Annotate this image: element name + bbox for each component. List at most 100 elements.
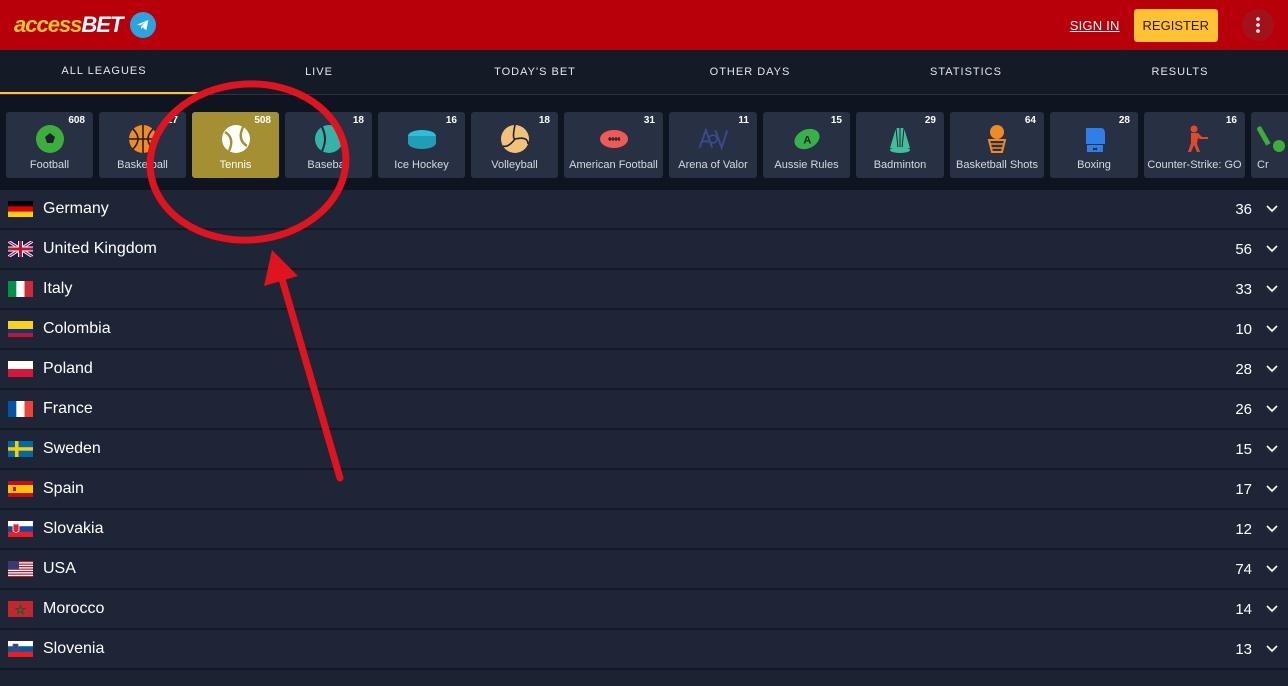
arena-of-valor-icon [698, 124, 728, 154]
sport-label: Badminton [873, 159, 927, 171]
league-count: 56 [1235, 240, 1252, 258]
league-count: 15 [1235, 440, 1252, 458]
slovenia-flag-icon [8, 641, 33, 657]
chevron-down-icon[interactable] [1264, 441, 1280, 457]
sport-tile-basketball-shots[interactable]: 64 Basketball Shots [950, 112, 1044, 178]
country-row-germany[interactable]: Germany 36 [0, 190, 1288, 230]
register-button[interactable]: REGISTER [1133, 8, 1218, 42]
sport-tile-boxing[interactable]: 28 Boxing [1050, 112, 1138, 178]
country-row-usa[interactable]: USA 74 [0, 550, 1288, 590]
tab-live[interactable]: LIVE [208, 50, 430, 94]
boxing-icon [1079, 124, 1109, 154]
country-name: Sweden [43, 440, 101, 457]
chevron-down-icon[interactable] [1264, 201, 1280, 217]
sport-tile-basketball[interactable]: 17 Basketball [99, 112, 186, 178]
more-menu-icon[interactable] [1242, 9, 1274, 41]
sport-tile-baseball[interactable]: 18 Baseball [285, 112, 372, 178]
sport-tile-american-football[interactable]: 31 American Football [564, 112, 663, 178]
chevron-down-icon[interactable] [1264, 641, 1280, 657]
country-name: Morocco [43, 600, 105, 617]
badminton-icon [885, 124, 915, 154]
country-name: Spain [43, 480, 84, 497]
poland-flag-icon [8, 361, 33, 377]
country-row-slovakia[interactable]: Slovakia 12 [0, 510, 1288, 550]
league-count: 36 [1235, 200, 1252, 218]
country-row-sweden[interactable]: Sweden 15 [0, 430, 1288, 470]
chevron-down-icon[interactable] [1264, 561, 1280, 577]
colombia-flag-icon [8, 321, 33, 337]
league-count: 14 [1235, 600, 1252, 618]
chevron-down-icon[interactable] [1264, 481, 1280, 497]
sport-label: Counter-Strike: GO [1147, 159, 1242, 171]
svg-text:A: A [803, 135, 811, 147]
country-row-slovenia[interactable]: Slovenia 13 [0, 630, 1288, 670]
sport-count: 16 [1225, 115, 1237, 126]
tab-statistics[interactable]: STATISTICS [860, 50, 1072, 94]
sport-tile-cricket[interactable]: Cr [1251, 112, 1288, 178]
slovakia-flag-icon [8, 521, 33, 537]
sport-tile-volleyball[interactable]: 18 Volleyball [471, 112, 558, 178]
chevron-down-icon[interactable] [1264, 601, 1280, 617]
country-row-morocco[interactable]: Morocco 14 [0, 590, 1288, 630]
sport-label: Ice Hockey [394, 159, 449, 171]
american-football-icon [599, 124, 629, 154]
sport-count: 17 [166, 115, 178, 126]
country-name: Slovenia [43, 640, 105, 657]
telegram-icon[interactable] [130, 12, 157, 38]
country-row-poland[interactable]: Poland 28 [0, 350, 1288, 390]
country-name: United Kingdom [43, 240, 157, 257]
tab-todays-bet[interactable]: TODAY'S BET [430, 50, 640, 94]
chevron-down-icon[interactable] [1264, 321, 1280, 337]
sport-tile-tennis[interactable]: 508 Tennis [192, 112, 279, 178]
sport-tile-football[interactable]: 608 Football [6, 112, 93, 178]
country-row-colombia[interactable]: Colombia 10 [0, 310, 1288, 350]
usa-flag-icon [8, 561, 33, 577]
sport-count: 18 [352, 115, 364, 126]
league-count: 10 [1235, 320, 1252, 338]
country-list: Germany 36 United Kingdom 56 Italy 33 Co… [0, 190, 1288, 670]
united-kingdom-flag-icon [8, 241, 33, 257]
league-count: 28 [1235, 360, 1252, 378]
chevron-down-icon[interactable] [1264, 361, 1280, 377]
country-name: USA [43, 560, 76, 577]
sport-label: Football [29, 159, 70, 171]
sport-label: Tennis [219, 159, 252, 171]
sport-tile-aussie-rules[interactable]: 15 A Aussie Rules [763, 112, 850, 178]
tennis-icon [221, 124, 251, 154]
volleyball-icon [500, 124, 530, 154]
tab-other-days[interactable]: OTHER DAYS [640, 50, 860, 94]
italy-flag-icon [8, 281, 33, 297]
sport-count: 64 [1024, 115, 1036, 126]
tab-all-leagues[interactable]: ALL LEAGUES [0, 50, 208, 94]
sport-tile-ice-hockey[interactable]: 16 Ice Hockey [378, 112, 465, 178]
sport-label: Baseball [307, 159, 350, 171]
germany-flag-icon [8, 201, 33, 217]
site-logo[interactable]: accessBET [14, 12, 123, 38]
chevron-down-icon[interactable] [1264, 521, 1280, 537]
chevron-down-icon[interactable] [1264, 241, 1280, 257]
country-row-france[interactable]: France 26 [0, 390, 1288, 430]
baseball-icon [314, 124, 344, 154]
country-row-spain[interactable]: Spain 17 [0, 470, 1288, 510]
league-count: 17 [1235, 480, 1252, 498]
logo-suffix: BET [81, 12, 123, 37]
sport-tile-badminton[interactable]: 29 Badminton [856, 112, 944, 178]
tab-results[interactable]: RESULTS [1072, 50, 1288, 94]
sport-count: 15 [830, 115, 842, 126]
spain-flag-icon [8, 481, 33, 497]
sport-count: 508 [254, 115, 271, 126]
chevron-down-icon[interactable] [1264, 401, 1280, 417]
league-count: 12 [1235, 520, 1252, 538]
sweden-flag-icon [8, 441, 33, 457]
sign-in-link[interactable]: SIGN IN [1070, 18, 1120, 33]
country-row-united-kingdom[interactable]: United Kingdom 56 [0, 230, 1288, 270]
sport-tile-arena-of-valor[interactable]: 11 Arena of Valor [669, 112, 757, 178]
counter-strike-icon [1180, 124, 1210, 154]
country-name: Colombia [43, 320, 111, 337]
sport-tile-counter-strike[interactable]: 16 Counter-Strike: GO [1144, 112, 1245, 178]
sport-label: Basketball Shots [956, 159, 1038, 171]
country-row-italy[interactable]: Italy 33 [0, 270, 1288, 310]
top-header: accessBET SIGN IN REGISTER [0, 0, 1288, 50]
football-icon [35, 124, 65, 154]
chevron-down-icon[interactable] [1264, 281, 1280, 297]
